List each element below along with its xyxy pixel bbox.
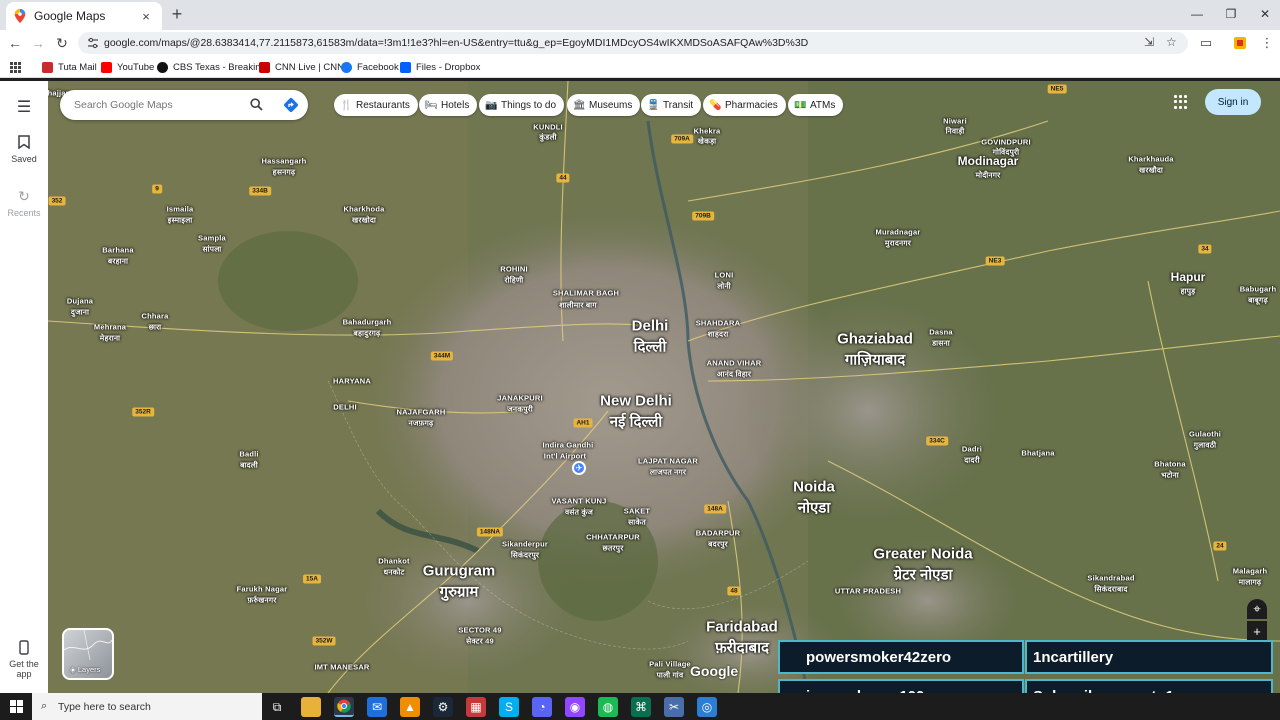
zoom-in-button[interactable]: + — [1247, 621, 1267, 641]
snipping-tool-icon[interactable]: ✂ — [664, 697, 684, 717]
my-location-icon[interactable]: ⌖ — [1247, 599, 1267, 619]
minimize-icon[interactable]: — — [1180, 0, 1214, 28]
google-apps-icon[interactable] — [1174, 95, 1188, 109]
task-view-icon[interactable]: ⧉ — [267, 697, 287, 717]
chip-things-to-do[interactable]: 📷 Things to do — [479, 94, 565, 116]
search-box[interactable] — [60, 90, 308, 120]
back-icon[interactable]: ← — [5, 33, 25, 53]
sign-in-button[interactable]: Sign in — [1205, 89, 1261, 115]
recents-button[interactable]: ↻ Recents — [0, 188, 48, 218]
facebook-icon — [341, 61, 352, 73]
dropbox-icon — [400, 61, 411, 73]
obs-app-icon[interactable]: ◎ — [697, 697, 717, 717]
reload-icon[interactable]: ↻ — [52, 33, 72, 53]
layers-label: ◈ Layers — [70, 665, 101, 674]
windows-start-button[interactable] — [0, 693, 32, 720]
satellite-map[interactable]: ✈ Google ⌖ + — [48, 81, 1280, 693]
game-app-icon[interactable]: ▦ — [466, 697, 486, 717]
bookmark-youtube[interactable]: YouTube — [101, 60, 154, 74]
bookmark-icon — [18, 135, 30, 149]
chip-transit[interactable]: 🚆 Transit — [641, 94, 702, 116]
bookmark-dropbox[interactable]: Files - Dropbox — [400, 60, 480, 74]
taskbar-search[interactable]: ⌕ Type here to search — [32, 693, 262, 720]
cnn-icon — [259, 61, 270, 73]
directions-icon[interactable] — [283, 97, 299, 113]
map-thumbnail — [64, 630, 112, 660]
cbs-icon — [157, 61, 168, 73]
browser-tab-strip: Google Maps × + — ❐ ✕ — [0, 0, 1280, 30]
search-icon: ⌕ — [41, 700, 48, 712]
chip-atms[interactable]: 💵 ATMs — [788, 94, 844, 116]
bookmark-cbs-texas[interactable]: CBS Texas - Breakin... — [157, 60, 268, 74]
taskbar-search-placeholder: Type here to search — [58, 700, 151, 713]
bookmark-facebook[interactable]: Facebook — [341, 60, 399, 74]
saved-label: Saved — [11, 154, 37, 164]
file-explorer-icon[interactable] — [301, 697, 321, 717]
screen: Google Maps × + — ❐ ✕ ← → ↻ google.com/m… — [0, 0, 1280, 720]
windows-logo-icon — [9, 700, 23, 713]
layers-button[interactable]: ◈ Layers — [62, 628, 114, 680]
forward-icon[interactable]: → — [28, 33, 48, 53]
discord-icon[interactable]: ◔ — [532, 697, 552, 717]
overlay-box-1: powersmoker42zero — [778, 640, 1024, 674]
extension-icon[interactable] — [1231, 34, 1249, 52]
search-input[interactable] — [74, 99, 244, 111]
tuta-mail-icon — [42, 61, 53, 73]
address-bar[interactable]: google.com/maps/@28.6383414,77.2115873,6… — [78, 32, 1188, 54]
install-app-icon[interactable]: ⇲ — [1144, 35, 1154, 49]
youtube-icon — [101, 61, 112, 73]
tab-title: Google Maps — [34, 9, 106, 23]
chip-museums[interactable]: 🏛 Museums — [567, 94, 641, 116]
tab-google-maps[interactable]: Google Maps × — [6, 2, 162, 30]
reading-list-icon[interactable]: ▭ — [1197, 34, 1215, 52]
vlc-icon[interactable]: ▲ — [400, 697, 420, 717]
chip-pharmacies[interactable]: 💊 Pharmacies — [703, 94, 786, 116]
maps-sidebar: ☰ Saved ↻ Recents Get the app — [0, 81, 48, 693]
site-settings-icon[interactable] — [87, 37, 99, 49]
close-window-icon[interactable]: ✕ — [1248, 0, 1280, 28]
train-icon: 🚆 — [647, 99, 660, 111]
new-tab-button[interactable]: + — [168, 4, 186, 24]
windows-taskbar: ⌕ Type here to search ⧉ ✉ ▲ ⚙ ▦ S ◔ ◉ ◍ … — [0, 693, 1280, 720]
editor-app-icon[interactable]: ⌘ — [631, 697, 651, 717]
restore-icon[interactable]: ❐ — [1214, 0, 1248, 28]
get-app-label: Get the app — [9, 659, 39, 680]
overlay-box-2: 1ncartillery — [1025, 640, 1273, 674]
google-maps-icon — [14, 9, 26, 23]
airport-location-marker[interactable]: ✈ — [572, 461, 586, 475]
recents-label: Recents — [7, 208, 41, 218]
mail-icon[interactable]: ✉ — [367, 697, 387, 717]
phone-icon — [19, 640, 29, 655]
close-tab-icon[interactable]: × — [138, 9, 154, 24]
saved-button[interactable]: Saved — [0, 135, 48, 164]
chip-restaurants[interactable]: 🍴 Restaurants — [334, 94, 418, 116]
hotel-icon: 🛏 — [425, 99, 438, 111]
pharmacy-icon: 💊 — [709, 99, 722, 111]
atm-icon: 💵 — [794, 99, 807, 111]
bookmark-cnn[interactable]: CNN Live | CNN — [259, 60, 344, 74]
google-logo: Google — [690, 663, 739, 679]
menu-icon[interactable]: ☰ — [0, 97, 48, 117]
museum-icon: 🏛 — [573, 99, 586, 111]
green-app-icon[interactable]: ◍ — [598, 697, 618, 717]
media-app-icon[interactable]: ◉ — [565, 697, 585, 717]
get-app-button[interactable]: Get the app — [0, 640, 48, 680]
bookmark-tuta-mail[interactable]: Tuta Mail — [42, 60, 97, 74]
camera-icon: 📷 — [485, 99, 498, 111]
apps-shortcut-icon[interactable] — [10, 60, 21, 74]
chip-hotels[interactable]: 🛏 Hotels — [419, 94, 478, 116]
browser-toolbar: ← → ↻ google.com/maps/@28.6383414,77.211… — [0, 30, 1280, 56]
bookmark-star-icon[interactable]: ☆ — [1166, 35, 1177, 49]
chrome-icon[interactable] — [334, 697, 354, 717]
bookmarks-bar: Tuta Mail YouTube CBS Texas - Breakin...… — [0, 56, 1280, 78]
url-text: google.com/maps/@28.6383414,77.2115873,6… — [104, 37, 809, 49]
skype-icon[interactable]: S — [499, 697, 519, 717]
search-icon[interactable] — [250, 98, 263, 111]
satellite-imagery — [48, 81, 1280, 693]
more-menu-icon[interactable]: ⋮ — [1258, 34, 1276, 52]
restaurant-icon: 🍴 — [340, 99, 353, 111]
google-maps-app: ✈ Google ⌖ + Delhi दिल्ली New Delhi नई दिल्… — [0, 81, 1280, 693]
steam-icon[interactable]: ⚙ — [433, 697, 453, 717]
history-icon: ↻ — [18, 188, 30, 204]
